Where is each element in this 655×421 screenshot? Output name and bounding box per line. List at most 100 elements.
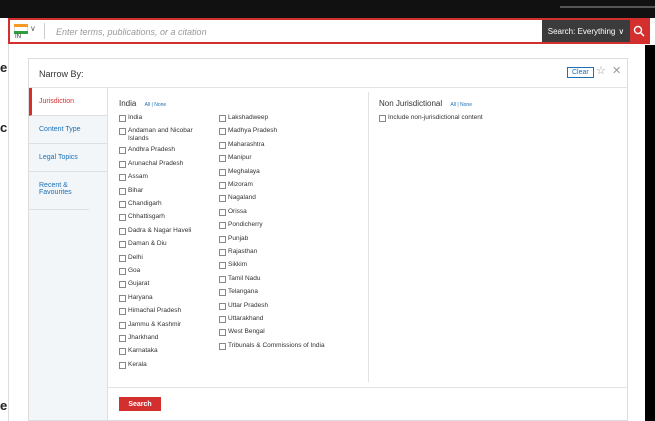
checkbox-label: Pondicherry xyxy=(228,221,263,229)
checkbox[interactable] xyxy=(219,168,226,176)
checkbox[interactable] xyxy=(119,214,126,222)
search-bar: IN ∨ Search: Everything ∨ xyxy=(8,18,650,44)
select-all-link[interactable]: All xyxy=(145,102,151,108)
checkbox-label: Bihar xyxy=(128,186,144,194)
star-icon[interactable]: ☆ xyxy=(596,64,606,77)
background-text: e xyxy=(0,60,8,75)
checkbox[interactable] xyxy=(219,115,226,122)
checkbox[interactable] xyxy=(219,289,226,297)
tab-recent-favourites[interactable]: Recent & Favourites xyxy=(29,172,89,210)
checkbox[interactable] xyxy=(219,128,226,136)
checkbox[interactable] xyxy=(119,348,126,356)
checkbox[interactable] xyxy=(119,335,126,342)
checkbox[interactable] xyxy=(119,174,126,182)
checkbox[interactable] xyxy=(119,147,126,155)
checkbox-label: Daman & Diu xyxy=(128,240,167,248)
checkbox[interactable] xyxy=(379,115,386,122)
checkbox-label: Karnataka xyxy=(128,347,158,355)
checkbox[interactable] xyxy=(219,342,226,350)
search-submit-button[interactable]: Search xyxy=(119,397,161,411)
tab-label: Legal Topics xyxy=(39,154,78,161)
checkbox[interactable] xyxy=(219,249,226,256)
checkbox[interactable] xyxy=(119,281,126,289)
checkbox-label: Jammu & Kashmir xyxy=(128,320,182,328)
checkbox-label: Gujarat xyxy=(128,280,150,288)
checkbox-label: Orissa xyxy=(228,207,247,215)
chevron-down-icon[interactable]: ∨ xyxy=(30,24,36,33)
checkbox-label: Nagaland xyxy=(228,194,256,202)
tab-jurisdiction[interactable]: Jurisdiction xyxy=(29,88,107,116)
select-none-link[interactable]: None xyxy=(154,102,166,108)
tab-legal-topics[interactable]: Legal Topics xyxy=(29,144,107,172)
checkbox[interactable] xyxy=(219,329,226,337)
checkbox[interactable] xyxy=(119,227,126,235)
tab-content-type[interactable]: Content Type xyxy=(29,116,107,144)
checkbox[interactable] xyxy=(119,361,126,369)
checkbox[interactable] xyxy=(119,268,126,275)
checkbox[interactable] xyxy=(219,302,226,310)
divider xyxy=(107,387,627,388)
checkbox-label: Andaman and Nicobar Islands xyxy=(128,127,193,143)
select-none-link[interactable]: None xyxy=(460,102,472,108)
checkbox[interactable] xyxy=(119,254,126,262)
search-input[interactable] xyxy=(54,23,528,41)
checkbox-label: Andhra Pradesh xyxy=(128,146,175,154)
top-nav-links xyxy=(560,6,655,8)
checkbox[interactable] xyxy=(119,187,126,195)
checkbox-label: Rajasthan xyxy=(228,248,258,255)
checkbox-label: Dadra & Nagar Haveli xyxy=(128,226,192,234)
checkbox[interactable] xyxy=(119,115,126,122)
search-button[interactable] xyxy=(630,20,648,42)
checkbox[interactable] xyxy=(219,316,226,323)
checkbox-label: Delhi xyxy=(128,253,143,261)
checkbox-label: Madhya Pradesh xyxy=(228,127,278,135)
checkbox[interactable] xyxy=(219,222,226,230)
checkbox-label: Uttarakhand xyxy=(228,315,264,322)
tab-label: Content Type xyxy=(39,126,81,133)
panel-title: Narrow By: xyxy=(39,69,84,79)
checkbox[interactable] xyxy=(219,195,226,203)
checkbox-label: Haryana xyxy=(128,293,153,301)
checkbox-label: Goa xyxy=(128,267,141,274)
search-scope-dropdown[interactable]: Search: Everything ∨ xyxy=(542,20,630,42)
checkbox[interactable] xyxy=(219,275,226,283)
checkbox[interactable] xyxy=(119,160,126,168)
checkbox[interactable] xyxy=(219,235,226,243)
checkbox-label: Kerala xyxy=(128,360,147,368)
checkbox[interactable] xyxy=(119,294,126,302)
narrow-by-sidebar: Jurisdiction Content Type Legal Topics R… xyxy=(29,88,108,420)
checkbox[interactable] xyxy=(219,141,226,149)
clear-button[interactable]: Clear xyxy=(567,67,594,78)
checkbox[interactable] xyxy=(219,155,226,163)
checkbox-label: Jharkhand xyxy=(128,334,159,341)
narrow-by-panel: Narrow By: Clear ☆ ✕ Jurisdiction Conten… xyxy=(28,58,628,421)
checkbox[interactable] xyxy=(219,262,226,270)
checkbox-label: Assam xyxy=(128,173,148,181)
divider xyxy=(29,87,627,88)
checkbox[interactable] xyxy=(119,128,126,136)
checkbox[interactable] xyxy=(119,308,126,316)
checkbox-label: Punjab xyxy=(228,234,249,242)
checkbox[interactable] xyxy=(119,201,126,208)
checkbox[interactable] xyxy=(119,241,126,249)
checkbox-label: Tamil Nadu xyxy=(228,274,261,282)
select-all-link[interactable]: All xyxy=(450,102,456,108)
column-divider xyxy=(368,92,369,382)
non-jurisdictional-label: Non Jurisdictional xyxy=(379,99,443,108)
checkbox-label: West Bengal xyxy=(228,328,265,336)
checkbox-label: Lakshadweep xyxy=(228,114,269,121)
background-text: e xyxy=(0,398,8,413)
checkbox-label: Chhattisgarh xyxy=(128,213,165,221)
checkbox-label: Uttar Pradesh xyxy=(228,301,269,309)
checkbox-label: Arunachal Pradesh xyxy=(128,159,184,167)
india-flag-icon[interactable] xyxy=(14,24,28,34)
checkbox[interactable] xyxy=(219,182,226,189)
checkbox-label: Himachal Pradesh xyxy=(128,307,182,315)
close-icon[interactable]: ✕ xyxy=(612,64,621,77)
checkbox-label: Sikkim xyxy=(228,261,248,269)
checkbox[interactable] xyxy=(219,208,226,216)
checkbox[interactable] xyxy=(119,321,126,329)
search-icon xyxy=(633,25,645,37)
checkbox-label: Include non-jurisdictional content xyxy=(388,114,483,121)
checkbox-label: Meghalaya xyxy=(228,167,260,175)
